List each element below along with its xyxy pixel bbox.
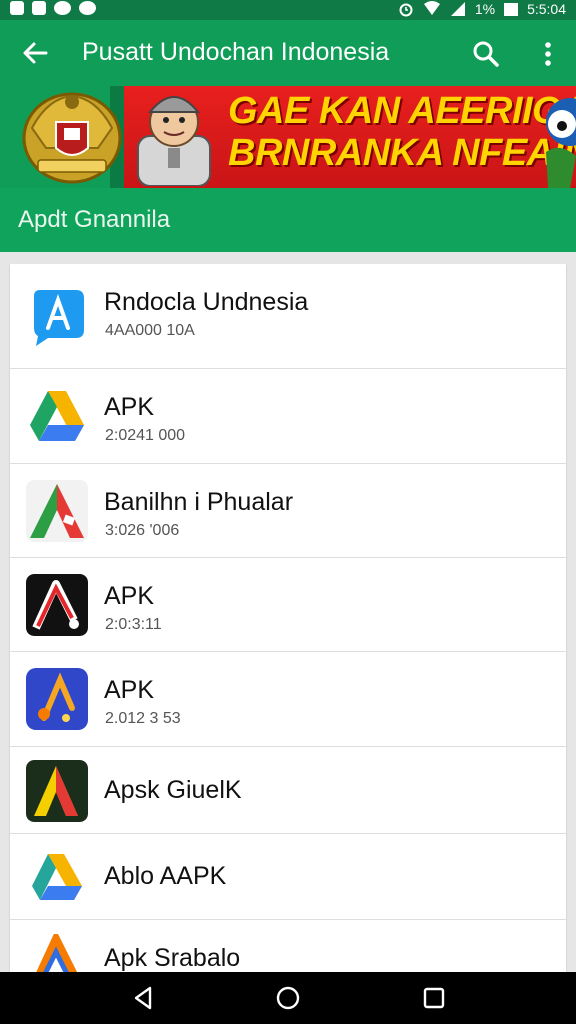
app-name: Ablo AAPK (104, 862, 227, 890)
app-version: 2:0241 000 (105, 427, 186, 444)
app-version: 2:0:3:11 (105, 616, 162, 633)
status-bar: 1% 5:5:04 (0, 0, 576, 20)
app-name: APK (104, 582, 155, 610)
system-nav-bar (0, 972, 576, 1024)
battery-percent: 1% (474, 1, 496, 17)
mail-notification-icon (32, 1, 46, 15)
blue-orange-a-icon (26, 668, 88, 730)
page-title: Pusatt Undochan Indonesia (82, 38, 390, 66)
app-bar: Pusatt Undochan Indonesia (0, 20, 576, 86)
more-vert-icon[interactable] (536, 38, 560, 70)
home-nav-icon[interactable] (274, 984, 302, 1012)
signal-icon (450, 2, 465, 16)
app-version: 2.012 3 53 (105, 710, 181, 727)
banner-line-2: BRNRANKA NFEAINI (228, 132, 576, 174)
messenger-notification-icon (79, 1, 96, 15)
black-red-a-icon (26, 574, 88, 636)
recents-nav-icon[interactable] (420, 984, 448, 1012)
list-item[interactable]: Banilhn i Phualar 3:026 '006 (10, 464, 566, 558)
drive-color-icon (26, 846, 88, 908)
clock: 5:5:04 (527, 1, 566, 17)
app-name: APK (104, 676, 155, 704)
alarm-icon (399, 3, 413, 17)
app-version: 4AA000 10A (105, 322, 195, 339)
banner-headline: GAE KAN AEERIIGA BRNRANKA NFEAINI (228, 90, 576, 174)
cartoon-bird-image (546, 98, 576, 188)
list-item[interactable]: APK 2.012 3 53 (10, 652, 566, 747)
system-icons: 1% 5:5:04 (398, 1, 566, 17)
list-item[interactable]: APK 2:0241 000 (10, 369, 566, 464)
garuda-emblem-icon (22, 92, 122, 184)
notification-icons (10, 1, 96, 15)
list-item[interactable]: Apk Srabalo (10, 920, 566, 972)
app-name: Banilhn i Phualar (104, 488, 294, 516)
list-item[interactable]: Apsk GiuelK (10, 747, 566, 834)
section-header: Apdt Gnannila (0, 188, 576, 252)
app-name: Apsk GiuelK (104, 776, 242, 804)
list-item[interactable]: Ablo AAPK (10, 834, 566, 920)
back-arrow-icon[interactable] (20, 38, 50, 68)
app-list: Rndocla Undnesia 4AA000 10A APK 2:0241 0… (10, 264, 566, 972)
whatsapp-notification-icon (54, 1, 71, 15)
back-nav-icon[interactable] (130, 984, 158, 1012)
list-item[interactable]: Rndocla Undnesia 4AA000 10A (10, 264, 566, 369)
mascot-character-image (137, 96, 211, 186)
wifi-icon (423, 1, 440, 15)
drive-triangle-icon (26, 385, 88, 447)
app-version: 3:026 '006 (105, 522, 180, 539)
promo-banner[interactable]: GAE KAN AEERIIGA BRNRANKA NFEAINI (0, 86, 576, 188)
image-notification-icon (10, 1, 24, 15)
search-icon[interactable] (470, 38, 502, 70)
blue-bubble-app-icon (26, 286, 88, 348)
red-green-a-icon (26, 480, 88, 542)
app-name: APK (104, 393, 155, 421)
banner-line-1: GAE KAN AEERIIGA (228, 90, 576, 132)
section-title: Apdt Gnannila (18, 206, 171, 233)
orange-a-icon (26, 934, 88, 972)
app-name: Apk Srabalo (104, 944, 241, 972)
list-item[interactable]: APK 2:0:3:11 (10, 558, 566, 652)
app-name: Rndocla Undnesia (104, 288, 309, 316)
battery-icon (504, 2, 519, 16)
yellow-red-a-icon (26, 760, 88, 822)
